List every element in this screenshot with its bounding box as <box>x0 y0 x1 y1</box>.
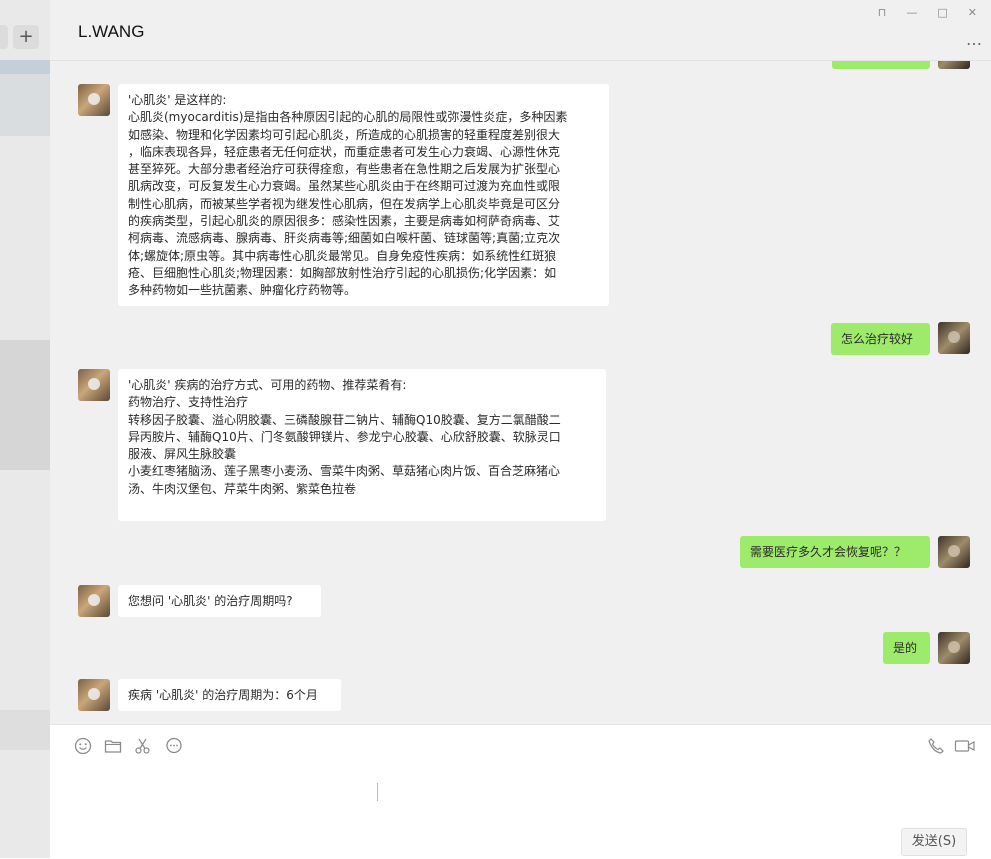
message-line: 异丙胺片、辅酶Q10片、门冬氨酸钾镁片、参龙宁心胶囊、心欣舒胶囊、软脉灵口 <box>128 429 561 444</box>
message-line: 如感染、物理和化学因素均可引起心肌炎，所造成的心肌损害的轻重程度差别很大 <box>128 127 561 142</box>
message-line: 的疾病类型，引起心肌炎的原因很多：感染性因素，主要是病毒如柯萨奇病毒、艾 <box>128 214 561 229</box>
maximize-button[interactable]: □ <box>937 6 947 19</box>
message-line: '心肌炎' 疾病的治疗方式、可用的药物、推荐菜肴有: <box>128 378 407 392</box>
message-bubble-self: 是的 <box>883 632 930 664</box>
message-line: 疾病 '心肌炎' 的治疗周期为：6个月 <box>128 688 318 702</box>
conversation-list-panel: + <box>0 0 50 858</box>
self-avatar[interactable] <box>938 632 970 664</box>
message-line: '心肌炎' 是这样的: <box>128 93 227 107</box>
chat-bubble-icon[interactable] <box>165 737 183 755</box>
message-line: 转移因子胶囊、溢心阴胶囊、三磷酸腺苷二钠片、辅酶Q10胶囊、复方二氯醋酸二 <box>128 412 561 427</box>
contact-avatar[interactable] <box>78 369 110 401</box>
message-bubble-other: '心肌炎' 疾病的治疗方式、可用的药物、推荐菜肴有: 药物治疗、支持性治疗 转移… <box>118 369 606 521</box>
message-line: 疮、巨细胞性心肌炎;物理因素：如胸部放射性治疗引起的心肌损伤;化学因素：如 <box>128 265 557 280</box>
add-chat-button[interactable]: + <box>13 25 39 49</box>
send-button[interactable]: 发送(S) <box>901 828 967 856</box>
message-line: 柯病毒、流感病毒、腺病毒、肝炎病毒等;细菌如白喉杆菌、链球菌等;真菌;立克次 <box>128 231 561 246</box>
self-avatar[interactable] <box>938 322 970 354</box>
message-line: 制性心肌病，而被某些学者视为继发性心肌病，但在发病学上心肌炎毕竟是可区分 <box>128 196 561 211</box>
pin-icon[interactable]: ⊓ <box>878 6 887 19</box>
message-line: 小麦红枣猪脑汤、莲子黑枣小麦汤、雪菜牛肉粥、草菇猪心肉片饭、百合芝麻猪心 <box>128 464 561 479</box>
message-composer[interactable]: 发送(S) <box>50 724 991 859</box>
message-bubble-other: 您想问 '心肌炎' 的治疗周期吗? <box>118 585 321 617</box>
conversation-item-selected[interactable] <box>0 60 50 74</box>
conversation-item[interactable] <box>0 74 50 136</box>
contact-avatar[interactable] <box>78 84 110 116</box>
message-line: 甚至猝死。大部分患者经治疗可获得痊愈，有些患者在急性期之后发展为扩张型心 <box>128 162 561 177</box>
chat-panel: L.WANG ⊓ — □ ✕ … '心肌炎' 是这样的: 心肌炎(myocard… <box>50 0 991 859</box>
minimize-button[interactable]: — <box>906 6 917 19</box>
message-line: 怎么治疗较好 <box>841 332 914 346</box>
video-call-icon[interactable] <box>954 737 976 755</box>
conversation-item[interactable] <box>0 340 50 470</box>
message-line: 汤、牛肉汉堡包、芹菜牛肉粥、紫菜色拉卷 <box>128 481 357 496</box>
chat-header: L.WANG ⊓ — □ ✕ … <box>50 0 991 61</box>
message-bubble-self: 怎么治疗较好 <box>831 323 930 355</box>
scissors-icon[interactable] <box>134 737 152 755</box>
window-controls: ⊓ — □ ✕ <box>878 6 977 19</box>
message-line: 您想问 '心肌炎' 的治疗周期吗? <box>128 594 293 608</box>
message-bubble-self-partial <box>832 61 930 69</box>
message-line: 是的 <box>893 641 918 655</box>
message-bubble-other: '心肌炎' 是这样的: 心肌炎(myocarditis)是指由各种原因引起的心肌… <box>118 84 609 306</box>
message-list[interactable]: '心肌炎' 是这样的: 心肌炎(myocarditis)是指由各种原因引起的心肌… <box>50 61 991 724</box>
self-avatar[interactable] <box>938 61 970 69</box>
conversation-item[interactable] <box>0 710 50 750</box>
message-line: ，临床表现各异，轻症患者无任何症状，而重症患者可发生心力衰竭、心源性休克 <box>128 144 561 159</box>
contact-avatar[interactable] <box>78 679 110 711</box>
message-bubble-other: 疾病 '心肌炎' 的治疗周期为：6个月 <box>118 679 341 711</box>
message-line: 体;螺旋体;原虫等。其中病毒性心肌炎最常见。自身免疫性疾病：如系统性红斑狼 <box>128 248 557 263</box>
message-line: 多种药物如一些抗菌素、肿瘤化疗药物等。 <box>128 283 357 298</box>
message-line: 肌病改变，可反复发生心力衰竭。虽然某些心肌炎由于在终期可过渡为充血性或限 <box>128 179 561 194</box>
contact-name-title: L.WANG <box>78 22 145 41</box>
message-line: 心肌炎(myocarditis)是指由各种原因引起的心肌的局限性或弥漫性炎症，多… <box>128 110 568 125</box>
contact-avatar[interactable] <box>78 585 110 617</box>
more-options-icon[interactable]: … <box>966 30 983 49</box>
message-line: 药物治疗、支持性治疗 <box>128 395 249 410</box>
text-cursor <box>377 783 378 801</box>
message-bubble-self: 需要医疗多久才会恢复呢？？ <box>740 536 930 568</box>
phone-icon[interactable] <box>927 737 945 755</box>
close-button[interactable]: ✕ <box>968 6 977 19</box>
search-box[interactable] <box>0 25 8 49</box>
self-avatar[interactable] <box>938 536 970 568</box>
folder-icon[interactable] <box>104 737 122 755</box>
emoji-icon[interactable] <box>74 737 92 755</box>
message-line: 服液、屏风生脉胶囊 <box>128 447 237 462</box>
message-line: 需要医疗多久才会恢复呢？？ <box>750 545 907 559</box>
